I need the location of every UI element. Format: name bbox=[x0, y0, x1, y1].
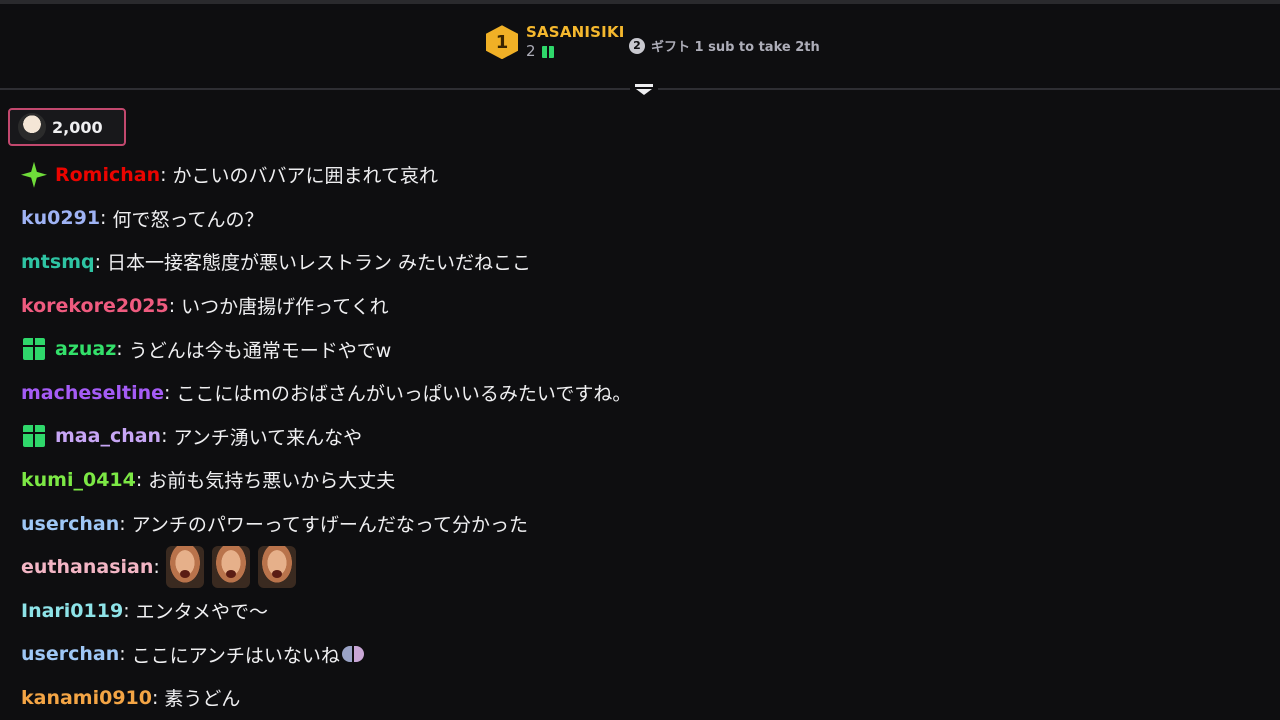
chat-message-text: アンチのパワーってすげーんだなって分かった bbox=[131, 514, 528, 537]
leaderboard-rank1-count: 2 bbox=[526, 42, 536, 61]
collapse-bar-icon bbox=[635, 83, 653, 87]
leaderboard-rank2-text: ギフト 1 sub to take 2th bbox=[651, 40, 820, 55]
chat-message: kumi_0414: お前も気持ち悪いから大丈夫 bbox=[21, 458, 1261, 502]
chat-colon: : bbox=[161, 425, 168, 448]
chat-username[interactable]: ku0291 bbox=[21, 207, 100, 229]
chat-username[interactable]: azuaz bbox=[55, 338, 116, 360]
chat-message: maa_chan: アンチ湧いて来んなや bbox=[21, 415, 1261, 459]
leaderboard-rank1-name: SASANISIKI bbox=[526, 23, 625, 41]
leaderboard-rank1[interactable]: 1 SASANISIKI 2 bbox=[486, 23, 625, 61]
chat-message-text: かこいのババアに囲まれて哀れ bbox=[172, 165, 438, 188]
chevron-down-icon bbox=[636, 88, 652, 95]
chat-colon: : bbox=[135, 468, 143, 491]
chat-message-text: うどんは今も通常モードやでw bbox=[128, 339, 392, 362]
chat-message: kanami0910: 素うどん bbox=[21, 676, 1261, 720]
chat-username[interactable]: kumi_0414 bbox=[21, 469, 136, 491]
chat-message-text: いつか唐揚げ作ってくれ bbox=[181, 296, 389, 319]
leaderboard: 1 SASANISIKI 2 2 ギフト 1 sub to take 2th bbox=[0, 4, 1280, 88]
avatar bbox=[18, 113, 46, 141]
chat-colon: : bbox=[152, 686, 159, 709]
chat-username[interactable]: maa_chan bbox=[55, 425, 161, 447]
chat-username[interactable]: korekore2025 bbox=[21, 295, 169, 317]
chat-username[interactable]: macheseltine bbox=[21, 382, 164, 404]
laughing-face-emote[interactable] bbox=[211, 546, 250, 589]
chat-message: userchan: ここにアンチはいないね bbox=[21, 633, 1261, 677]
chat-message-text: アンチ湧いて来んなや bbox=[173, 426, 363, 449]
chat-message-text: エンタメやで〜 bbox=[135, 601, 269, 624]
chat-colon: : bbox=[119, 643, 126, 666]
chat-username[interactable]: Inari0119 bbox=[21, 600, 123, 622]
chat-colon: : bbox=[116, 338, 123, 361]
chat-username[interactable]: userchan bbox=[21, 513, 119, 535]
chat-colon: : bbox=[100, 207, 107, 230]
chat-message: macheseltine: ここにはmのおばさんがいっぱいいるみたいですね。 bbox=[21, 371, 1261, 415]
chat-message: azuaz: うどんは今も通常モードやでw bbox=[21, 327, 1261, 371]
gift-icon bbox=[541, 45, 554, 58]
chat-message-list: Romichan: かこいのババアに囲まれて哀れ ku0291: 何で怒ってんの？ mt… bbox=[21, 153, 1261, 720]
chat-colon: : bbox=[119, 512, 126, 535]
chat-message-text: 日本一接客態度が悪いレストラン みたいだねここ bbox=[107, 252, 532, 275]
chat-message-text: ここにはmのおばさんがいっぱいいるみたいですね。 bbox=[176, 383, 632, 406]
laughing-face-emote[interactable] bbox=[257, 546, 296, 589]
chat-message-text: 素うどん bbox=[164, 688, 241, 711]
collapse-leaderboard-button[interactable] bbox=[630, 78, 658, 100]
chat-message: Romichan: かこいのババアに囲まれて哀れ bbox=[21, 153, 1261, 197]
chat-message-text: ここにアンチはいないね bbox=[131, 644, 340, 667]
sparkle-icon bbox=[21, 161, 47, 188]
chat-message: korekore2025: いつか唐揚げ作ってくれ bbox=[21, 284, 1261, 328]
chat-username[interactable]: kanami0910 bbox=[21, 687, 152, 709]
chat-colon: : bbox=[168, 294, 176, 317]
rank-1-hex-icon: 1 bbox=[486, 25, 518, 60]
gift-icon bbox=[23, 425, 45, 448]
rank-2-circle-icon: 2 bbox=[629, 37, 645, 54]
cheer-amount: 2,000 bbox=[52, 117, 103, 137]
leaderboard-rank2[interactable]: 2 ギフト 1 sub to take 2th bbox=[629, 36, 820, 55]
chat-message: userchan: アンチのパワーってすげーんだなって分かった bbox=[21, 502, 1261, 546]
chat-message: mtsmq: 日本一接客態度が悪いレストラン みたいだねここ bbox=[21, 240, 1261, 284]
chat-colon: : bbox=[94, 250, 101, 273]
chat-message: euthanasian: bbox=[21, 545, 1261, 589]
chat-username[interactable]: userchan bbox=[21, 643, 119, 665]
chat-username[interactable]: Romichan bbox=[55, 164, 160, 186]
chat-message-text: お前も気持ち悪いから大丈夫 bbox=[148, 470, 396, 493]
chat-message: ku0291: 何で怒ってんの？ bbox=[21, 197, 1261, 241]
eyes-emoji-icon bbox=[341, 646, 364, 663]
gift-icon bbox=[23, 338, 45, 361]
laughing-face-emote[interactable] bbox=[165, 546, 204, 589]
chat-username[interactable]: euthanasian bbox=[21, 556, 153, 578]
chat-colon: : bbox=[153, 556, 160, 579]
chat-colon: : bbox=[160, 163, 167, 186]
chat-colon: : bbox=[123, 599, 130, 622]
chat-message-text: 何で怒ってんの？ bbox=[112, 208, 264, 231]
chat-colon: : bbox=[164, 381, 171, 404]
pinned-cheer[interactable]: 2,000 bbox=[8, 108, 126, 146]
chat-username[interactable]: mtsmq bbox=[21, 251, 95, 273]
chat-message: Inari0119: エンタメやで〜 bbox=[21, 589, 1261, 633]
